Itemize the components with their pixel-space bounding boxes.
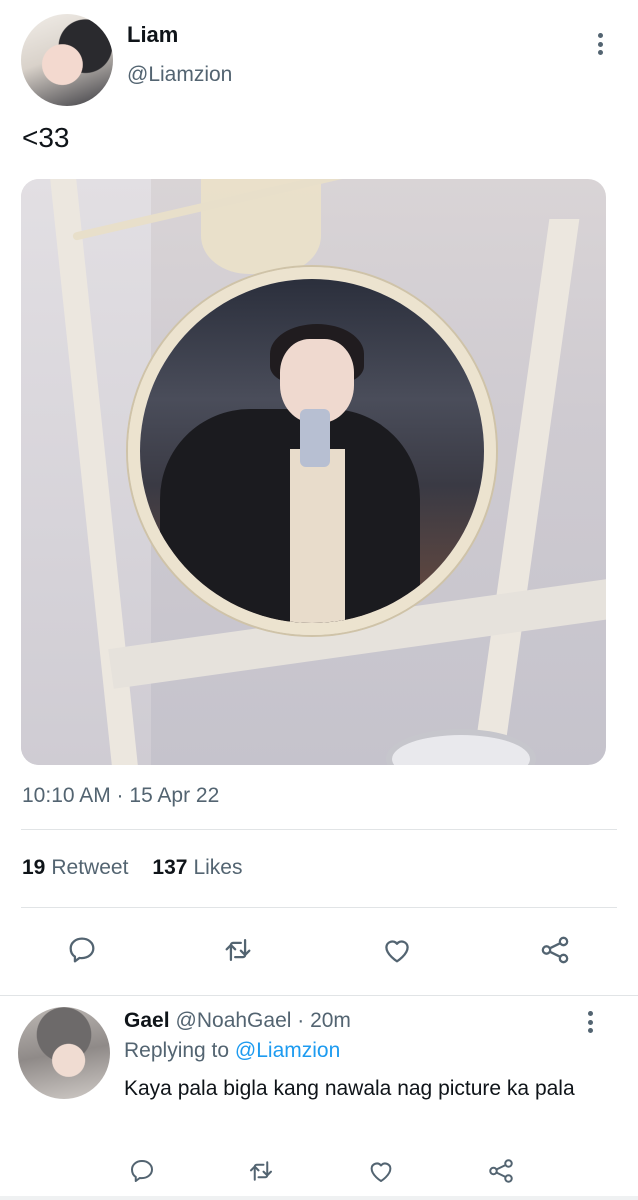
retweet-icon (250, 1161, 272, 1181)
share-icon (489, 1159, 513, 1183)
divider (21, 907, 617, 908)
retweet-label: Retweet (51, 856, 129, 879)
reply-meta: Gael @NoahGael · 20m (124, 1009, 351, 1033)
author-handle[interactable]: @Liamzion (127, 63, 232, 87)
replying-prefix: Replying to (124, 1039, 230, 1062)
retweet-count: 19 (22, 856, 46, 879)
photo-mirror (140, 279, 484, 623)
photo-phone (300, 409, 330, 467)
reply-icon (69, 937, 95, 963)
tweet-header: Liam @Liamzion (0, 0, 638, 110)
reply-tweet[interactable]: Gael @NoahGael · 20m Replying to @Liamzio… (0, 996, 638, 1200)
author-avatar[interactable] (21, 14, 113, 106)
tweet-photo[interactable] (21, 179, 606, 765)
author-name[interactable]: Liam (127, 22, 178, 48)
tweet-timestamp[interactable]: 10:10 AM · 15 Apr 22 (22, 784, 219, 808)
heart-icon (370, 1162, 392, 1182)
tweet-text: <33 (22, 122, 70, 153)
reply-button[interactable] (62, 930, 102, 970)
replying-mention[interactable]: @Liamzion (235, 1039, 340, 1062)
like-count: 137 (152, 856, 188, 879)
retweet-count-link[interactable]: 19 Retweet (22, 856, 128, 880)
reply-more-options-icon[interactable] (580, 1006, 600, 1038)
photo-sink (386, 729, 536, 765)
like-button[interactable] (377, 930, 417, 970)
like-count-link[interactable]: 137 Likes (152, 856, 242, 880)
reply-share-button[interactable] (481, 1151, 521, 1191)
reply-icon (131, 1160, 153, 1182)
reply-author-avatar[interactable] (18, 1007, 110, 1099)
reply-like-button[interactable] (361, 1151, 401, 1191)
retweet-button[interactable] (218, 930, 258, 970)
photo-person-shirt (290, 449, 345, 623)
divider (21, 829, 617, 830)
reply-text: Kaya pala bigla kang nawala nag picture … (124, 1077, 575, 1100)
reply-author-name[interactable]: Gael (124, 1009, 170, 1032)
share-icon (541, 936, 569, 964)
reply-reply-button[interactable] (122, 1151, 162, 1191)
more-options-icon[interactable] (590, 28, 610, 60)
retweet-icon (225, 938, 251, 962)
replying-to: Replying to @Liamzion (124, 1039, 340, 1063)
reply-handle-time: @NoahGael · 20m (175, 1009, 351, 1032)
divider (0, 1196, 638, 1200)
reply-retweet-button[interactable] (241, 1151, 281, 1191)
heart-icon (385, 940, 409, 963)
like-label: Likes (193, 856, 243, 879)
share-button[interactable] (535, 930, 575, 970)
tweet-stats: 19 Retweet 137 Likes (22, 856, 242, 880)
